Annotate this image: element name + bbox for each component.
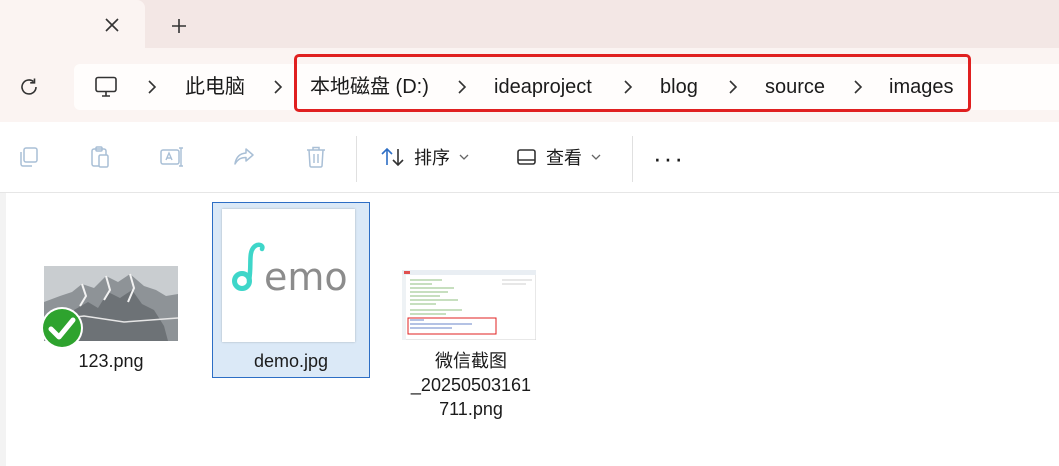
- tab-strip: [0, 0, 1059, 48]
- file-name: 123.png: [78, 351, 144, 371]
- chevron-right-icon: [729, 80, 738, 94]
- file-name-line-2: _20250503161: [410, 375, 532, 395]
- rename-icon: [160, 147, 183, 167]
- share-button[interactable]: [231, 144, 257, 170]
- navigation-bar: 此电脑 本地磁盘 (D:) ideaproject blog source im…: [0, 48, 1059, 122]
- command-bar: 排序 查看 ···: [0, 122, 1059, 193]
- sort-icon: [381, 147, 404, 167]
- chevron-right-icon: [274, 80, 283, 94]
- file-item-demo[interactable]: emo demo.jpg: [212, 202, 370, 378]
- screenshot-thumbnail: [402, 270, 536, 340]
- breadcrumb-source[interactable]: source: [765, 64, 825, 110]
- chevron-right-icon: [624, 80, 633, 94]
- rename-button[interactable]: [159, 144, 185, 170]
- plus-icon: [172, 19, 186, 33]
- copy-icon: [20, 147, 38, 167]
- breadcrumb-this-pc[interactable]: 此电脑: [185, 64, 245, 110]
- paste-icon: [91, 146, 109, 168]
- close-tab-button[interactable]: [99, 12, 125, 38]
- more-options-button[interactable]: ···: [653, 143, 685, 173]
- chevron-down-icon: [459, 154, 469, 160]
- file-name-line-1: 微信截图: [435, 351, 507, 371]
- demo-thumbnail: emo: [222, 209, 355, 342]
- toolbar-divider: [632, 136, 633, 182]
- refresh-button[interactable]: [14, 72, 44, 102]
- share-icon: [234, 148, 254, 165]
- sort-label: 排序: [414, 148, 450, 168]
- refresh-icon: [21, 78, 37, 95]
- paste-button[interactable]: [87, 144, 113, 170]
- chevron-right-icon: [458, 80, 467, 94]
- close-icon: [105, 18, 119, 32]
- navigation-pane-edge: [0, 193, 6, 466]
- chevron-right-icon: [854, 80, 863, 94]
- computer-icon: [95, 76, 117, 97]
- demo-logo-text: emo: [264, 255, 348, 299]
- copy-button[interactable]: [16, 144, 42, 170]
- active-tab[interactable]: [0, 0, 145, 48]
- breadcrumb-local-disk[interactable]: 本地磁盘 (D:): [310, 64, 429, 110]
- view-button[interactable]: 查看: [516, 138, 602, 176]
- sort-button[interactable]: 排序: [380, 138, 470, 176]
- delete-button[interactable]: [303, 144, 329, 170]
- file-item-wechat-screenshot[interactable]: 微信截图 _20250503161 711.png: [396, 204, 546, 424]
- delete-icon: [307, 146, 325, 168]
- chevron-right-icon: [148, 80, 157, 94]
- file-item-123[interactable]: 123.png: [36, 204, 186, 378]
- breadcrumb-ideaproject[interactable]: ideaproject: [494, 64, 592, 110]
- view-label: 查看: [546, 148, 582, 168]
- breadcrumb-images[interactable]: images: [889, 64, 953, 110]
- new-tab-button[interactable]: [165, 12, 193, 40]
- breadcrumb-blog[interactable]: blog: [660, 64, 698, 110]
- toolbar-divider: [356, 136, 357, 182]
- view-icon: [517, 149, 536, 165]
- sync-status-icon: [41, 307, 83, 349]
- file-name-line-3: 711.png: [439, 399, 503, 419]
- chevron-down-icon: [591, 154, 601, 160]
- file-name: demo.jpg: [253, 351, 329, 371]
- address-bar[interactable]: 此电脑 本地磁盘 (D:) ideaproject blog source im…: [74, 64, 1059, 110]
